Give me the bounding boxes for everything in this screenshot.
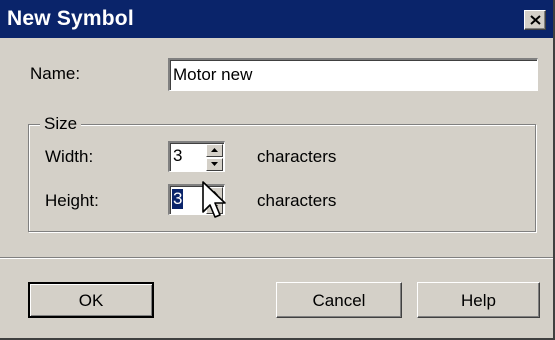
height-label: Height:	[45, 191, 99, 210]
size-groupbox	[28, 124, 536, 232]
help-button[interactable]: Help	[417, 282, 540, 318]
name-input[interactable]: Motor new	[168, 58, 538, 91]
cancel-button[interactable]: Cancel	[276, 282, 402, 318]
mouse-pointer-icon	[202, 181, 226, 218]
up-arrow-icon	[211, 148, 218, 152]
window-title: New Symbol	[7, 7, 134, 30]
new-symbol-dialog: New Symbol Name: Motor new Size Width: 3…	[0, 0, 555, 340]
width-unit-label: characters	[257, 147, 337, 166]
close-icon	[530, 15, 541, 25]
width-spin-buttons	[206, 144, 223, 171]
width-label: Width:	[45, 147, 94, 166]
width-spinner[interactable]: 3	[168, 141, 225, 172]
close-button[interactable]	[524, 10, 546, 30]
height-value: 3	[172, 189, 184, 209]
ok-button[interactable]: OK	[28, 282, 154, 318]
width-value: 3	[173, 146, 183, 165]
title-bar[interactable]: New Symbol	[0, 0, 553, 38]
name-input-value: Motor new	[173, 65, 253, 84]
width-spin-down-button[interactable]	[206, 158, 223, 171]
name-label: Name:	[30, 64, 81, 83]
height-unit-label: characters	[257, 191, 337, 210]
size-group-title: Size	[40, 114, 82, 134]
button-separator	[0, 257, 553, 259]
width-spin-up-button[interactable]	[206, 144, 223, 157]
down-arrow-icon	[211, 162, 218, 166]
